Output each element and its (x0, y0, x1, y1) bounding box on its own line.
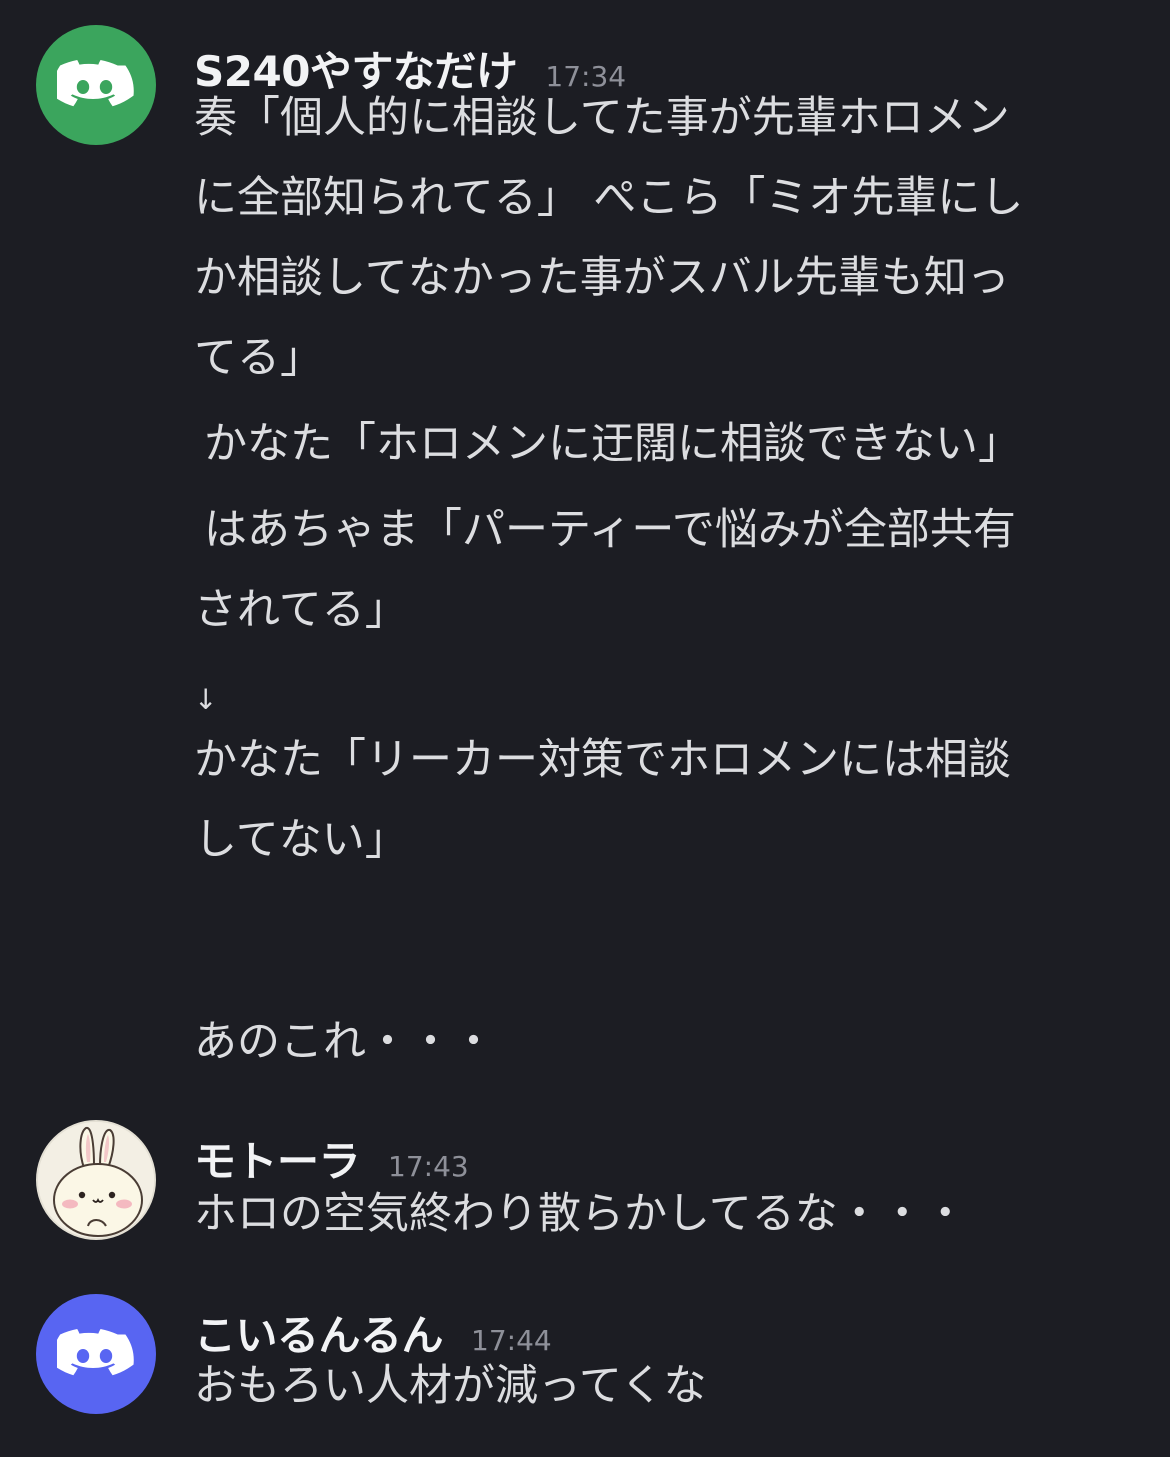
message-content: ホロの空気終わり散らかしてるな・・・ (194, 1174, 1124, 1254)
message-line: はあちゃま「パーティーで悩みが全部共有 (204, 505, 1016, 555)
message-line: か相談してなかった事がスバル先輩も知っ (194, 253, 1010, 303)
avatar[interactable] (36, 1294, 156, 1414)
message-line: てる」 (194, 333, 323, 383)
avatar[interactable] (36, 25, 156, 145)
discord-logo-icon (57, 1329, 134, 1376)
message-content: おもろい人材が減ってくな (194, 1346, 1124, 1426)
avatar[interactable] (36, 1120, 156, 1240)
message-content: あのこれ・・・ (194, 1002, 1124, 1082)
message-line: あのこれ・・・ (194, 1017, 495, 1067)
discord-logo-icon (57, 60, 134, 107)
message-line: 奏「個人的に相談してた事が先輩ホロメン (194, 93, 1010, 143)
message-line: かなた「ホロメンに迂闊に相談できない」 (204, 419, 1021, 469)
message-line: されてる」 (194, 585, 408, 635)
message-content: 奏「個人的に相談してた事が先輩ホロメン に全部知られてる」 ぺこら「ミオ先輩にし… (194, 78, 1124, 880)
message-line: してない」 (194, 815, 408, 865)
message-line: ホロの空気終わり散らかしてるな・・・ (194, 1189, 967, 1239)
message-line: かなた「リーカー対策でホロメンには相談 (194, 735, 1011, 785)
down-arrow: ↓ (194, 683, 218, 716)
message-line: おもろい人材が減ってくな (194, 1361, 707, 1411)
rabbit-character-icon (38, 1122, 154, 1238)
message-line: に全部知られてる」 ぺこら「ミオ先輩にし (194, 173, 1024, 223)
